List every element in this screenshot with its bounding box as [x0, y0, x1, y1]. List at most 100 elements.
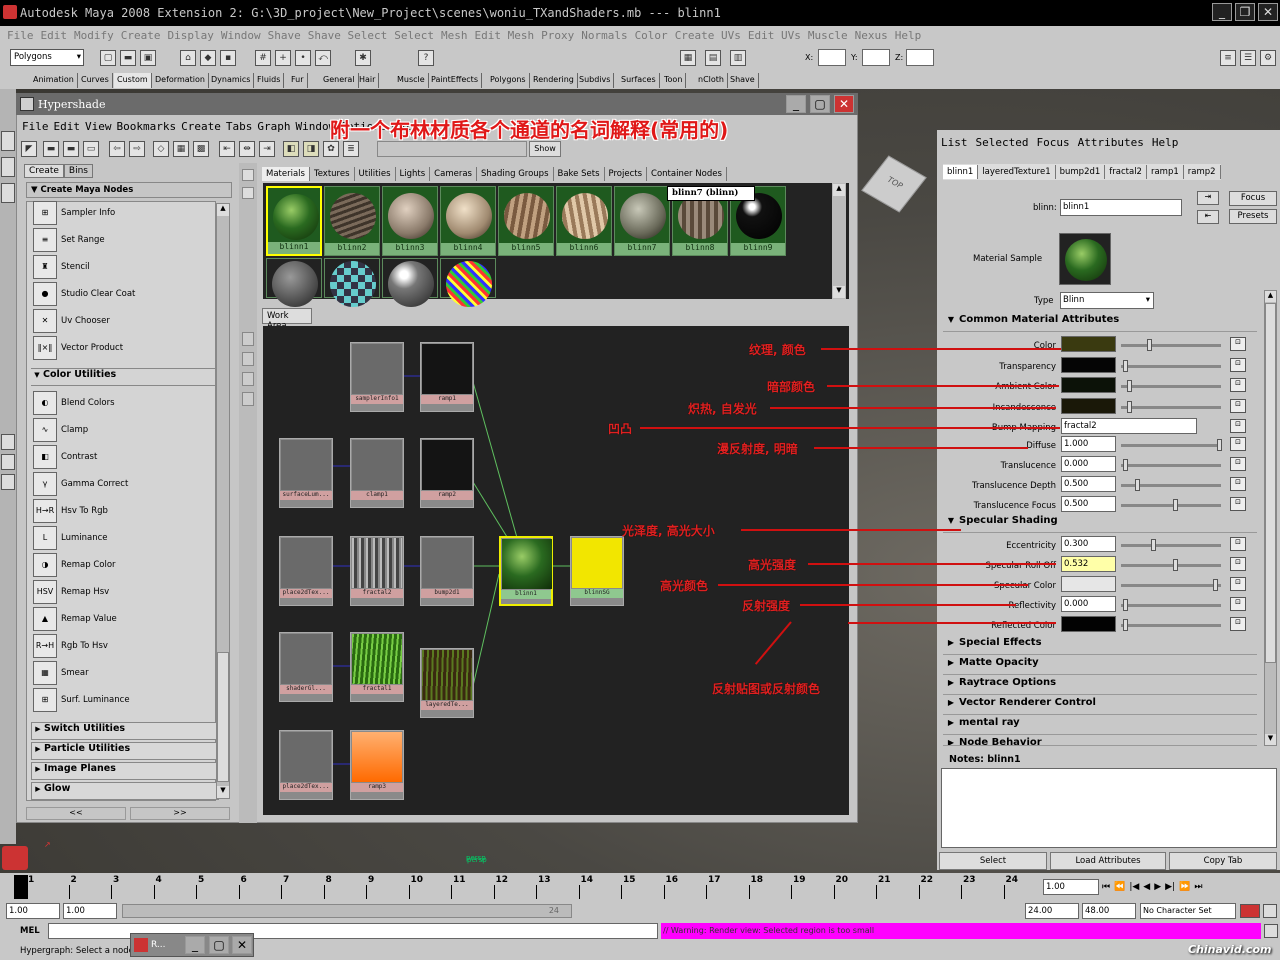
current-time-field[interactable]: 1.00	[1043, 879, 1099, 895]
hs-minimize-button[interactable]: _	[786, 95, 806, 113]
ae-section-node-behavior[interactable]: ▶ Node Behavior	[943, 737, 1257, 746]
play-backward-icon[interactable]: ◀	[1143, 882, 1150, 892]
map-button-icon[interactable]: ⊡	[1230, 419, 1246, 433]
maximize-button[interactable]: ❐	[1235, 3, 1255, 21]
ae-section-mental-ray[interactable]: ▶ mental ray	[943, 717, 1257, 735]
minimize-button[interactable]: _	[1212, 3, 1232, 21]
tab-lights[interactable]: Lights	[396, 167, 431, 181]
copy-tab-button[interactable]: Copy Tab	[1169, 852, 1277, 870]
tab-materials[interactable]: Materials	[262, 167, 310, 181]
ae-menu-list[interactable]: List	[941, 136, 968, 149]
playback-end-field[interactable]: 24.00	[1025, 903, 1079, 919]
auto-key-icon[interactable]	[1240, 904, 1260, 918]
scroll-thumb[interactable]	[217, 652, 229, 782]
show-button[interactable]: Show	[529, 141, 561, 157]
ae-tab-blinn1[interactable]: blinn1	[943, 165, 979, 179]
attr-slider[interactable]	[1121, 479, 1221, 491]
swatch-scroll-down-icon[interactable]: ▼	[833, 286, 845, 298]
go-to-end-icon[interactable]: ⏭	[1194, 882, 1202, 892]
menu-shave-select[interactable]: Shave Select	[308, 29, 387, 42]
slider-knob[interactable]	[1173, 499, 1178, 511]
map-button-icon[interactable]: ⊡	[1230, 577, 1246, 591]
node-item-vector-product[interactable]: ‖×‖ Vector Product	[33, 335, 223, 361]
page-prev-button[interactable]: <<	[26, 807, 126, 820]
step-forward-frame-icon[interactable]: ▶|	[1165, 882, 1175, 892]
list-scrollbar[interactable]: ▲ ▼	[216, 203, 230, 799]
node-item-studio-clear-coat[interactable]: ● Studio Clear Coat	[33, 281, 223, 307]
playback-start-field[interactable]: 1.00	[63, 903, 117, 919]
toggle-create-bar-icon[interactable]: ◤	[21, 141, 37, 157]
menu-normals[interactable]: Normals	[581, 29, 627, 42]
hs-menu-edit[interactable]: Edit	[54, 120, 81, 133]
attr-slider[interactable]	[1121, 459, 1221, 471]
paint-tool-icon[interactable]	[1, 183, 15, 203]
node-item-clamp[interactable]: ∿ Clamp	[33, 417, 223, 443]
shelf-tab-toon[interactable]: Toon	[661, 73, 687, 88]
attr-slider[interactable]	[1121, 499, 1221, 511]
ipr-render-icon[interactable]: ▤	[705, 50, 721, 66]
node-item-hsv-to-rgb[interactable]: H→R Hsv To Rgb	[33, 498, 223, 524]
collapse-tab-icon[interactable]	[242, 169, 254, 181]
menu-create[interactable]: Create	[121, 29, 161, 42]
ae-tab-layeredtexture1[interactable]: layeredTexture1	[978, 165, 1056, 179]
map-button-icon[interactable]: ⊡	[1230, 358, 1246, 372]
graph-tool-icon[interactable]	[242, 332, 254, 346]
ae-section-common-material-attributes[interactable]: ▼ Common Material Attributes	[943, 314, 1257, 332]
ae-tab-fractal2[interactable]: fractal2	[1105, 165, 1147, 179]
notes-textarea[interactable]	[941, 768, 1277, 848]
map-button-icon[interactable]: ⊡	[1230, 597, 1246, 611]
y-field[interactable]	[862, 49, 890, 66]
menu-display[interactable]: Display	[168, 29, 214, 42]
node-item-rgb-to-hsv[interactable]: R→H Rgb To Hsv	[33, 633, 223, 659]
hs-menu-file[interactable]: File	[22, 120, 49, 133]
snap-point-icon[interactable]: •	[295, 50, 311, 66]
graph-node-ramp3[interactable]: ramp3	[350, 730, 404, 800]
load-output-icon[interactable]: ⇤	[1197, 210, 1219, 224]
select-component-icon[interactable]: ▪	[220, 50, 236, 66]
minimized-window-taskbar[interactable]: R... _ ▢ ✕	[130, 933, 254, 957]
attr-slider[interactable]	[1121, 539, 1221, 551]
ae-section-special-effects[interactable]: ▶ Special Effects	[943, 637, 1257, 655]
tab-projects[interactable]: Projects	[605, 167, 648, 181]
tool-settings-icon[interactable]: ⚙	[1260, 50, 1276, 66]
hs-maximize-button[interactable]: ▢	[810, 95, 830, 113]
material-swatch-blinn7[interactable]: blinn7	[614, 186, 670, 256]
open-scene-icon[interactable]: ▬	[120, 50, 136, 66]
anim-prefs-icon[interactable]	[1263, 904, 1277, 918]
ae-scrollbar[interactable]: ▲ ▼	[1264, 290, 1277, 746]
shelf-tab-dynamics[interactable]: Dynamics	[208, 73, 255, 88]
z-field[interactable]	[906, 49, 934, 66]
ae-menu-selected[interactable]: Selected	[976, 136, 1029, 149]
tab-shading-groups[interactable]: Shading Groups	[477, 167, 554, 181]
attr-value-field[interactable]: 0.000	[1061, 456, 1116, 472]
select-object-icon[interactable]: ◆	[200, 50, 216, 66]
swatch-small-icon[interactable]: ◧	[283, 141, 299, 157]
material-swatch-row2[interactable]	[382, 258, 438, 307]
taskbar-maximize-button[interactable]: ▢	[209, 936, 229, 954]
menu-edit[interactable]: Edit	[41, 29, 68, 42]
shelf-tab-hair[interactable]: Hair	[356, 73, 380, 88]
menu-mesh[interactable]: Mesh	[441, 29, 468, 42]
attr-slider[interactable]	[1121, 401, 1221, 413]
swatch-list-icon[interactable]: ≣	[343, 141, 359, 157]
taskbar-minimize-button[interactable]: _	[185, 936, 205, 954]
shelf-tab-surfaces[interactable]: Surfaces	[618, 73, 660, 88]
slider-knob[interactable]	[1173, 559, 1178, 571]
attr-slider[interactable]	[1121, 360, 1221, 372]
node-item-gamma-correct[interactable]: γ Gamma Correct	[33, 471, 223, 497]
start-time-field[interactable]: 1.00	[6, 903, 60, 919]
type-select[interactable]: Blinn ▾	[1060, 292, 1154, 309]
help-icon[interactable]: ?	[418, 50, 434, 66]
taskbar-close-button[interactable]: ✕	[232, 936, 252, 954]
hs-menu-tabs[interactable]: Tabs	[226, 120, 253, 133]
material-swatch-blinn4[interactable]: blinn4	[440, 186, 496, 256]
section-switch-utilities[interactable]: ▶ Switch Utilities	[31, 722, 219, 740]
range-slider-bar[interactable]: 24	[122, 904, 572, 918]
shelf-tab-rendering[interactable]: Rendering	[530, 73, 578, 88]
slider-knob[interactable]	[1123, 599, 1128, 611]
graph-node-fractal2[interactable]: fractal2	[350, 536, 404, 606]
graph-materials-icon[interactable]: ▩	[193, 141, 209, 157]
attr-value-field[interactable]: 0.300	[1061, 536, 1116, 552]
menu-proxy[interactable]: Proxy	[541, 29, 574, 42]
graph-layout-icon[interactable]	[242, 392, 254, 406]
